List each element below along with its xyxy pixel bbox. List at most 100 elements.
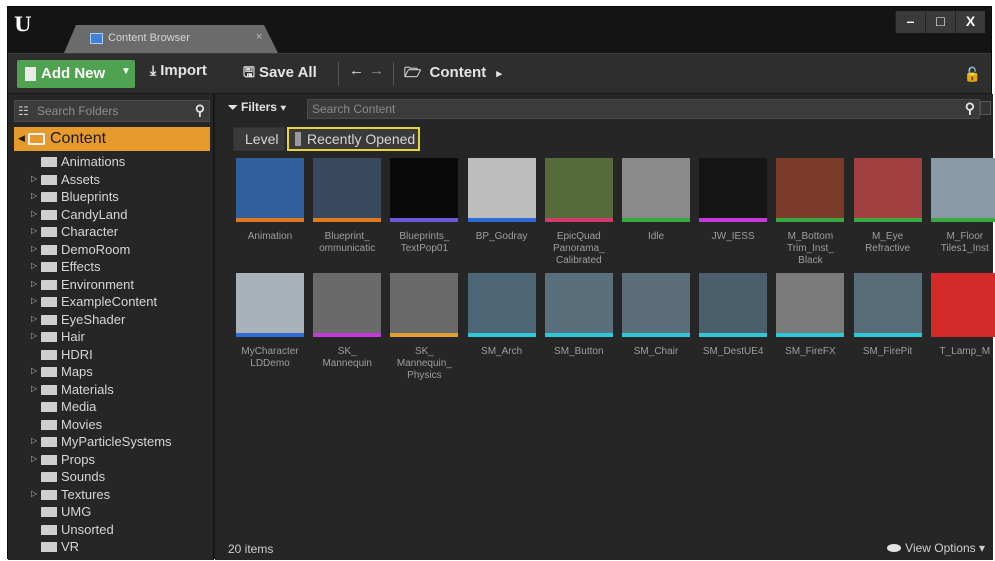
back-arrow-icon[interactable]: ← xyxy=(349,62,364,86)
asset-thumbnail xyxy=(313,158,382,218)
chevron-down-icon: ▼ xyxy=(121,66,131,77)
asset-grid: Animation Blueprint_ ommunicatic Blueprint… xyxy=(215,94,995,560)
folder-item[interactable]: ▷ Textures xyxy=(8,486,214,504)
folder-item[interactable]: ▷ CandyLand xyxy=(8,206,214,224)
asset-tile[interactable]: SM_FireFX xyxy=(776,273,845,383)
search-icon[interactable]: ⚲ xyxy=(195,102,205,119)
folder-icon xyxy=(41,332,57,342)
folder-item[interactable]: UMG xyxy=(8,503,214,521)
asset-tile[interactable]: Idle xyxy=(622,158,690,268)
folder-icon xyxy=(41,454,57,465)
asset-tile[interactable]: MyCharacter LDDemo xyxy=(236,273,304,383)
folder-item[interactable]: VR xyxy=(8,538,214,556)
asset-tile[interactable]: M_Floor Tiles1_Inst xyxy=(930,158,995,268)
tab-close-icon[interactable]: × xyxy=(256,31,262,43)
folder-item[interactable]: ▷ MyParticleSystems xyxy=(8,433,214,451)
save-all-button[interactable]: 🖫 Save All xyxy=(243,62,317,86)
view-options-button[interactable]: View Options ▾ xyxy=(887,541,985,555)
add-new-button[interactable]: Add New ▼ xyxy=(17,60,135,88)
folder-tree-panel: ☷ ⚲ ◀ Content Animations ▷ Assets ▷ Blueprin… xyxy=(8,94,214,560)
expand-arrow-icon[interactable]: ▷ xyxy=(31,191,37,200)
asset-tile[interactable]: SM_Arch xyxy=(467,273,536,383)
lock-icon[interactable]: 🔓 xyxy=(964,66,981,83)
folder-search-input[interactable] xyxy=(37,103,187,119)
folder-icon xyxy=(41,472,57,482)
folder-item[interactable]: ▷ Props xyxy=(8,451,214,469)
folder-item[interactable]: ▷ Assets xyxy=(8,171,214,189)
forward-arrow-icon[interactable]: → xyxy=(369,62,384,86)
expand-arrow-icon[interactable]: ▷ xyxy=(31,331,37,340)
asset-tile[interactable]: BP_Godray xyxy=(467,158,536,268)
expand-arrow-icon[interactable]: ▷ xyxy=(31,279,37,288)
folder-item[interactable]: ▷ Maps xyxy=(8,363,214,381)
asset-tile[interactable]: T_Lamp_M xyxy=(930,273,995,383)
asset-tile[interactable]: Animation xyxy=(236,158,304,268)
folder-item[interactable]: Unsorted xyxy=(8,521,214,539)
collapse-arrow-icon[interactable]: ◀ xyxy=(18,133,25,144)
asset-tile[interactable]: Blueprint_ ommunicatic xyxy=(313,158,382,268)
import-button[interactable]: ⤓ Import xyxy=(150,62,207,86)
minimize-button[interactable]: – xyxy=(895,11,925,33)
asset-tile[interactable]: SM_Chair xyxy=(622,273,690,383)
asset-type-color-bar xyxy=(853,333,922,337)
folder-item[interactable]: ▷ Materials xyxy=(8,381,214,399)
folder-item[interactable]: ▷ ExampleContent xyxy=(8,293,214,311)
folder-item[interactable]: ▷ EyeShader xyxy=(8,311,214,329)
asset-tile[interactable]: EpicQuad Panorama_ Calibrated xyxy=(544,158,613,268)
expand-arrow-icon[interactable]: ▷ xyxy=(31,489,37,498)
tree-root-content[interactable]: ◀ Content xyxy=(14,127,210,151)
folder-item[interactable]: ▷ Environment xyxy=(8,276,214,294)
expand-arrow-icon[interactable]: ▷ xyxy=(31,209,37,218)
asset-type-color-bar xyxy=(930,333,995,337)
expand-arrow-icon[interactable]: ▷ xyxy=(31,261,37,270)
expand-arrow-icon[interactable]: ▷ xyxy=(31,314,37,323)
asset-label: SK_ Mannequin xyxy=(322,346,372,369)
folder-item[interactable]: ▷ DemoRoom xyxy=(8,241,214,259)
expand-arrow-icon[interactable]: ▷ xyxy=(31,244,37,253)
tab-content-browser[interactable]: Content Browser × xyxy=(64,25,278,53)
asset-tile[interactable]: SK_ Mannequin xyxy=(313,273,382,383)
asset-tile[interactable]: SK_ Mannequin_ Physics xyxy=(390,273,459,383)
folder-icon xyxy=(41,367,57,377)
close-window-button[interactable]: X xyxy=(955,11,985,33)
asset-type-color-bar xyxy=(776,333,845,337)
folder-icon xyxy=(41,279,57,290)
path-arrow-icon[interactable]: ▸ xyxy=(496,68,502,80)
folder-label: ExampleContent xyxy=(61,294,158,309)
folder-label: Maps xyxy=(61,364,93,379)
expand-arrow-icon[interactable]: ▷ xyxy=(31,436,37,445)
expand-arrow-icon[interactable]: ▷ xyxy=(31,384,37,393)
folder-label: Textures xyxy=(61,486,111,502)
expand-arrow-icon[interactable]: ▷ xyxy=(31,454,37,463)
folder-icon xyxy=(41,314,57,325)
path-content-button[interactable]: 🗁 Content ▸ xyxy=(404,62,502,86)
expand-arrow-icon[interactable]: ▷ xyxy=(31,296,37,305)
expand-arrow-icon[interactable]: ▷ xyxy=(31,174,37,183)
asset-type-color-bar xyxy=(313,218,382,222)
maximize-button[interactable]: □ xyxy=(925,11,955,33)
asset-tile[interactable]: M_Bottom Trim_Inst_ Black xyxy=(776,158,845,268)
folder-item[interactable]: ▷ Character xyxy=(8,223,214,241)
import-label: Import xyxy=(160,62,207,79)
asset-tile[interactable]: SM_FirePit xyxy=(853,273,922,383)
expand-arrow-icon[interactable]: ▷ xyxy=(31,226,37,235)
asset-tile[interactable]: M_Eye Refractive xyxy=(853,158,922,268)
asset-tile[interactable]: Blueprints_ TextPop01 xyxy=(390,158,459,268)
tree-view-icon[interactable]: ☷ xyxy=(18,104,29,118)
asset-tile[interactable]: JW_IESS xyxy=(699,158,768,268)
folder-item[interactable]: Sounds xyxy=(8,468,214,486)
folder-item[interactable]: Media xyxy=(8,398,214,416)
folder-item[interactable]: ▷ Blueprints xyxy=(8,188,214,206)
asset-tile[interactable]: SM_Button xyxy=(544,273,613,383)
folder-icon xyxy=(41,157,57,167)
asset-label: T_Lamp_M xyxy=(939,346,991,357)
expand-arrow-icon[interactable]: ▷ xyxy=(31,366,37,375)
folder-item[interactable]: HDRI xyxy=(8,346,214,364)
item-count: 20 items xyxy=(228,542,274,556)
folder-item[interactable]: Animations xyxy=(8,153,214,171)
folder-item[interactable]: ▷ Hair xyxy=(8,328,214,346)
folder-item[interactable]: ▷ Effects xyxy=(8,258,214,276)
folder-icon xyxy=(41,244,57,255)
asset-tile[interactable]: SM_DestUE4 xyxy=(699,273,768,383)
folder-item[interactable]: Movies xyxy=(8,416,214,434)
